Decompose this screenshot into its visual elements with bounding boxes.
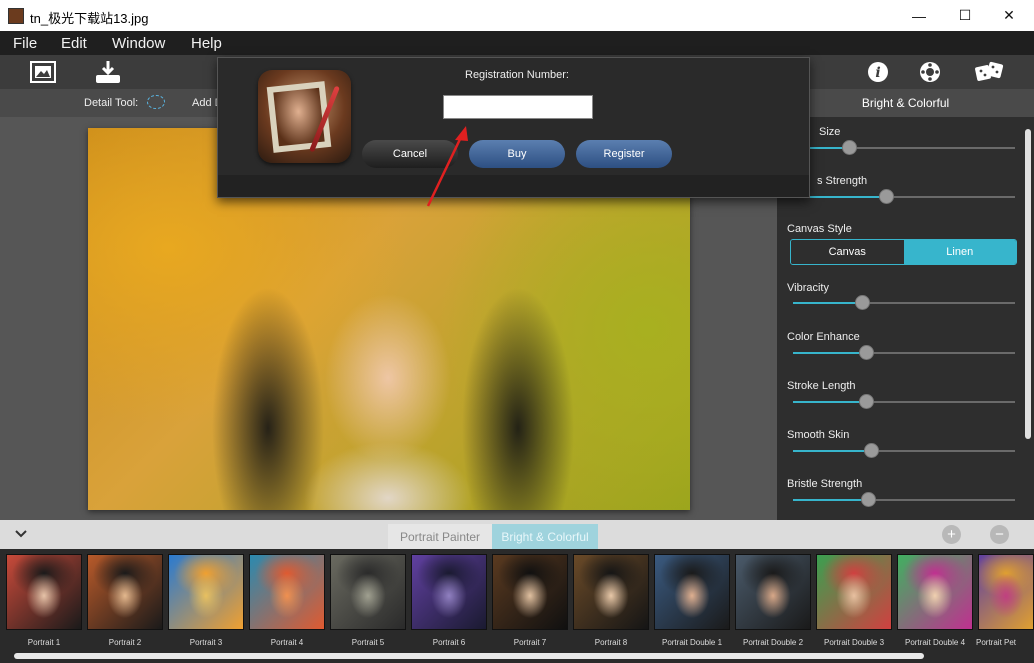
- preset-thumbnail[interactable]: [816, 554, 892, 630]
- preset-thumbnail-label: Portrait 2: [108, 638, 142, 647]
- preset-thumbnail-label: Portrait 8: [594, 638, 628, 647]
- preset-thumbnail-label: Portrait 6: [432, 638, 466, 647]
- thumbnail-scrollbar[interactable]: [14, 653, 924, 659]
- preset-thumbnail[interactable]: [330, 554, 406, 630]
- preset-thumbnail[interactable]: [573, 554, 649, 630]
- preset-thumbnail-label: Portrait Double 1: [661, 638, 723, 647]
- preset-thumbnail[interactable]: [492, 554, 568, 630]
- preset-thumbnail-label: Portrait Double 2: [742, 638, 804, 647]
- preset-thumbnail-label: Portrait 4: [270, 638, 304, 647]
- add-preset-icon[interactable]: +: [942, 525, 961, 544]
- preset-category-bar: Portrait Painter Bright & Colorful + −: [0, 520, 1034, 549]
- preset-thumbnail[interactable]: [897, 554, 973, 630]
- preset-thumbnail-label: Portrait 7: [513, 638, 547, 647]
- remove-preset-icon[interactable]: −: [990, 525, 1009, 544]
- preset-thumbnail[interactable]: [168, 554, 244, 630]
- preset-thumbnail-label: Portrait Pet: [976, 638, 1017, 647]
- preset-thumbnail[interactable]: [87, 554, 163, 630]
- preset-thumbnail-label: Portrait Double 4: [904, 638, 966, 647]
- preset-thumbnail[interactable]: [735, 554, 811, 630]
- preset-thumbnail[interactable]: [6, 554, 82, 630]
- preset-thumbnail[interactable]: [249, 554, 325, 630]
- preset-thumbnail-label: Portrait 5: [351, 638, 385, 647]
- preset-thumbnail[interactable]: [654, 554, 730, 630]
- preset-thumbnail[interactable]: [978, 554, 1034, 630]
- tab-bright-colorful[interactable]: Bright & Colorful: [492, 524, 598, 549]
- preset-thumbnail[interactable]: [411, 554, 487, 630]
- tab-portrait-painter[interactable]: Portrait Painter: [388, 524, 492, 549]
- preset-thumbnail-label: Portrait 1: [27, 638, 61, 647]
- preset-thumbnail-label: Portrait Double 3: [823, 638, 885, 647]
- preset-thumbnail-strip: Portrait 1 Portrait 2 Portrait 3 Portrait 4…: [0, 549, 1034, 663]
- preset-thumbnail-label: Portrait 3: [189, 638, 223, 647]
- collapse-chevron-icon[interactable]: [12, 526, 30, 542]
